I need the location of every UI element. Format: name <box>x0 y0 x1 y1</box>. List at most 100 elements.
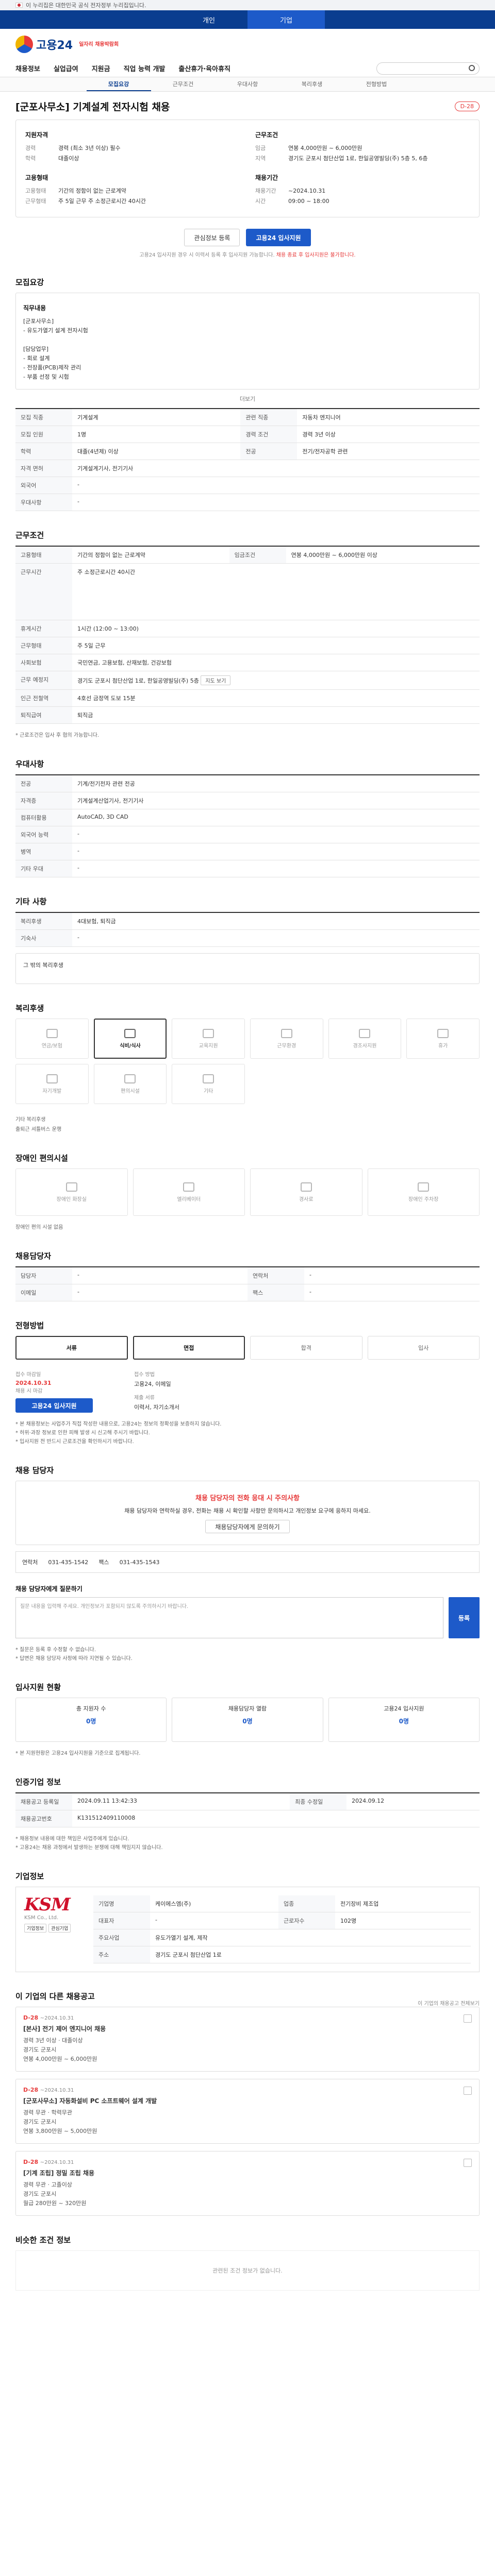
tab-conditions[interactable]: 근무조건 <box>151 77 216 91</box>
facility-item: 연금/보험 <box>15 1019 89 1059</box>
similar-more-link[interactable]: 이 기업의 채용공고 전체보기 <box>418 1999 480 2007</box>
table-row: 주요사업 유도가열기 설계, 제작 <box>93 1929 471 1946</box>
nav-item-jobs[interactable]: 채용정보 <box>15 63 40 73</box>
company-label: 고용형태 <box>25 174 48 181</box>
facility-note: 출퇴근 셔틀버스 운행 <box>15 1127 62 1132</box>
ramp-icon <box>300 1182 312 1192</box>
tab-company[interactable]: 기업 <box>248 10 325 29</box>
tab-recruit[interactable]: 모집요강 <box>86 77 151 91</box>
meal-icon <box>124 1028 136 1038</box>
info-heading: 인증기업 정보 <box>15 1777 61 1787</box>
disabled-icons: 장애인 화장실 엘리베이터 경사로 장애인 주차장 <box>15 1168 480 1216</box>
related-empty: 관련된 조건 정보가 없습니다. <box>15 2250 480 2291</box>
map-button[interactable]: 지도 보기 <box>201 675 231 685</box>
nav-item-subsidy[interactable]: 지원금 <box>92 63 110 73</box>
job-card[interactable]: D-28 ~2024.10.31 [군포사무소] 자동화설비 PC 소프트웨어 … <box>15 2079 480 2144</box>
duty-label: 직무내용 <box>23 304 46 312</box>
company-info-button[interactable]: 기업정보 <box>24 1924 47 1933</box>
summary-row: 근무형태 주 5일 근무 주 소정근로시간 40시간 <box>25 198 146 205</box>
table-row: 학력 대졸(4년제) 이상 전공 전기/전자공학 관련 <box>15 443 480 460</box>
summary-left: 지원자격 경력 경력 (최소 3년 이상) 필수 학력 대졸이상 고용형태 고용형태… <box>25 127 240 210</box>
submit-question-button[interactable]: 등록 <box>449 1597 480 1638</box>
section-tabs: 모집요강 근무조건 우대사항 복리후생 전형방법 <box>0 77 495 92</box>
nav-item-training[interactable]: 직업 능력 개발 <box>124 63 166 73</box>
user-type-tabs: 개인 기업 <box>0 10 495 29</box>
apply-button[interactable]: 고용24 입사지원 <box>246 229 311 246</box>
facility-item: 자기개발 <box>15 1064 89 1104</box>
table-row: 모집 인원 1명 경력 조건 경력 3년 이상 <box>15 426 480 443</box>
star-icon[interactable] <box>464 2159 472 2167</box>
process-step: 서류 <box>15 1336 128 1360</box>
facility-heading: 복리후생 <box>15 1004 44 1013</box>
tab-welfare[interactable]: 복리후생 <box>280 77 344 91</box>
qna-tips: * 질문은 등록 후 수정할 수 없습니다. * 답변은 채용 담당자 사정에 … <box>15 1647 133 1662</box>
table-row: 대표자 - 근로자수 102명 <box>93 1912 471 1929</box>
status-card: 채용담당자 열람 0명 <box>172 1698 323 1742</box>
qna-heading: 채용 담당자 <box>15 1466 54 1475</box>
recruit-table: 모집 직종 기계설계 관련 직종 자동차 엔지니어 모집 인원 1명 경력 조건 경력 3년… <box>15 408 480 511</box>
more-button[interactable]: 더보기 <box>15 395 480 403</box>
table-row: 기업명 케이에스엠(주) 업종 전기장비 제조업 <box>93 1895 471 1912</box>
disabled-heading: 장애인 편의시설 <box>15 1154 68 1163</box>
apply-actions: 관심정보 등록 고용24 입사지원 <box>15 229 480 246</box>
disabled-item: 장애인 주차장 <box>367 1168 480 1216</box>
status-card: 고용24 입사지원 0명 <box>328 1698 480 1742</box>
star-icon[interactable] <box>464 2014 472 2023</box>
question-textarea[interactable]: 질문 내용을 입력해 주세요. 개인정보가 포함되지 않도록 주의하시기 바랍니… <box>15 1597 443 1638</box>
contact-button[interactable]: 채용담당자에게 문의하기 <box>205 1520 290 1533</box>
summary-row: 고용형태 기간의 정함이 없는 근로계약 <box>25 188 126 194</box>
table-row: 근무 예정지 경기도 군포시 첨단산업 1로, 한일공영빌딩(주) 5층 지도 보… <box>15 671 480 690</box>
tab-process[interactable]: 전형방법 <box>344 77 409 91</box>
apply-button-2[interactable]: 고용24 입사지원 <box>15 1398 93 1413</box>
recruit-label: 채용기간 <box>255 174 278 181</box>
company-table: 기업명 케이에스엠(주) 업종 전기장비 제조업 대표자 - 근로자수 102명 주요사업 유… <box>93 1895 471 1963</box>
similar-header: 이 기업의 다른 채용공고 이 기업의 채용공고 전체보기 <box>15 1972 480 2007</box>
interest-button[interactable]: 관심정보 등록 <box>184 229 240 246</box>
table-row: 퇴직급여 퇴직금 <box>15 706 480 724</box>
dday-badge: D-28 <box>454 101 480 111</box>
star-icon[interactable] <box>464 2087 472 2095</box>
duty-text: [군포사무소] - 유도가열기 설계 전자시험 [담당업무] - 회로 설계 -… <box>23 318 88 380</box>
job-title-area: [군포사무소] 기계설계 전자시험 채용 D-28 <box>15 97 480 115</box>
search-icon[interactable] <box>469 64 475 71</box>
insurance-icon <box>46 1028 58 1038</box>
cond-note: * 근로조건은 입사 후 협의 가능합니다. <box>15 733 100 738</box>
education-icon <box>203 1028 214 1038</box>
footer-space <box>15 2291 480 2321</box>
summary-row: 임금 연봉 4,000만원 ~ 6,000만원 <box>255 145 362 151</box>
main-nav: 채용정보 실업급여 지원금 직업 능력 개발 출산휴가·육아휴직 <box>0 60 495 77</box>
nav-item-leave[interactable]: 출산휴가·육아휴직 <box>178 63 230 73</box>
favorite-company-button[interactable]: 관심기업 <box>48 1924 71 1933</box>
process-notes: * 본 채용정보는 사업주가 직접 작성한 내용으로, 고용24는 정보의 정확… <box>15 1421 222 1445</box>
table-row: 담당자 - 연락처 - <box>15 1267 480 1284</box>
process-heading: 전형방법 <box>15 1321 44 1330</box>
table-row: 사회보험 국민연금, 고용보험, 산재보험, 건강보험 <box>15 654 480 671</box>
disabled-item: 경사로 <box>250 1168 362 1216</box>
table-row: 이메일 - 팩스 - <box>15 1284 480 1301</box>
event-banner[interactable]: 일자리 채용박람회 <box>79 42 119 47</box>
table-row: 우대사항 - <box>15 494 480 511</box>
logo-icon <box>15 36 33 53</box>
qna-title: 채용 담당자의 전화 응대 시 주의사항 <box>195 1495 300 1502</box>
facility-item: 휴가 <box>406 1019 480 1059</box>
tab-prefer[interactable]: 우대사항 <box>216 77 280 91</box>
status-cards: 총 지원자 수 0명 채용담당자 열람 0명 고용24 입사지원 0명 <box>15 1698 480 1742</box>
prefer-table: 전공 기계/전기전자 관련 전공 자격증 기계설계산업기사, 전기기사 컴퓨터활용 A… <box>15 774 480 877</box>
elevator-icon <box>183 1182 195 1192</box>
tab-personal[interactable]: 개인 <box>170 10 248 29</box>
korea-flag-icon <box>15 3 23 8</box>
search-input[interactable] <box>376 62 480 75</box>
table-row: 채용공고 등록일 2024.09.11 13:42:33 최종 수정일 2024.09… <box>15 1793 480 1810</box>
cond-label: 근무조건 <box>255 131 278 139</box>
table-row: 기타 우대 - <box>15 860 480 877</box>
logo[interactable]: 고용24 <box>15 36 73 53</box>
company-buttons: 기업정보 관심기업 <box>24 1924 81 1933</box>
fax-number: 031-435-1543 <box>119 1558 160 1566</box>
job-title: [군포사무소] 기계설계 전자시험 채용 <box>15 101 170 113</box>
nav-item-unemployment[interactable]: 실업급여 <box>54 63 78 73</box>
process-step: 면접 <box>133 1336 245 1360</box>
status-card: 총 지원자 수 0명 <box>15 1698 167 1742</box>
table-row: 주소 경기도 군포시 첨단산업 1로 <box>93 1946 471 1963</box>
job-card[interactable]: D-28 ~2024.10.31 [본사] 전기 제어 엔지니어 채용 경력 3… <box>15 2007 480 2072</box>
job-card[interactable]: D-28 ~2024.10.31 [기계 조립] 정밀 조립 채용 경력 무관 … <box>15 2151 480 2216</box>
